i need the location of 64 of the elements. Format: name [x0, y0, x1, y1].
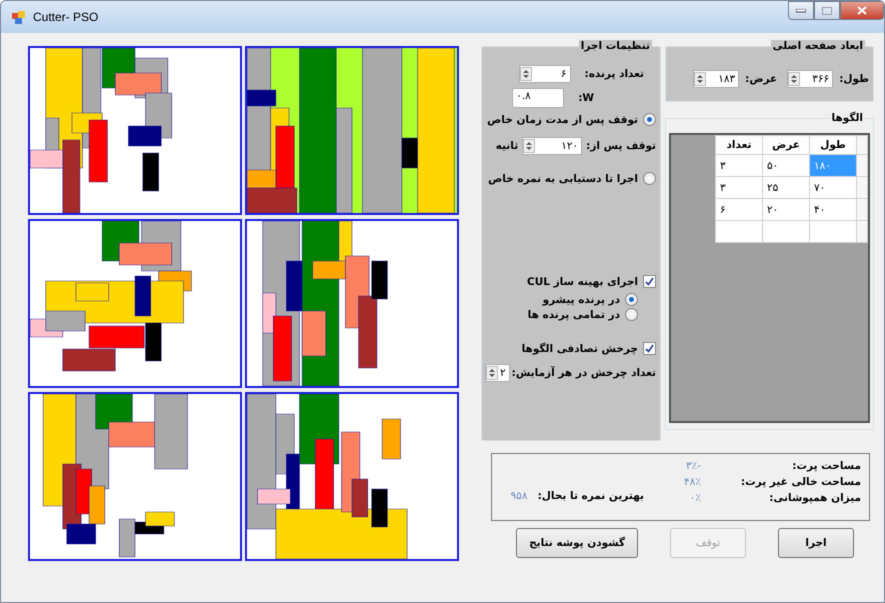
field-label: طول:	[839, 73, 869, 85]
action-button[interactable]: گشودن پوشه نتایج	[516, 528, 638, 558]
radio-option[interactable]: اجرا تا دستیابی به نمره خاص	[486, 172, 656, 185]
stat-label: مساحت خالی غیر پرت:	[740, 476, 861, 488]
spin-arrows-icon[interactable]	[486, 366, 498, 380]
field-label: عرض:	[745, 73, 778, 85]
table-cell[interactable]: ۲۵	[762, 176, 810, 198]
column-header[interactable]: تعداد	[716, 136, 762, 154]
radio-button[interactable]	[643, 113, 656, 126]
group-title: تنظیمات اجرا	[578, 40, 652, 52]
unit-label: ثانیه	[496, 140, 518, 152]
checkbox[interactable]	[643, 275, 656, 288]
close-button[interactable]	[840, 1, 884, 20]
number-field[interactable]: ۲	[484, 364, 510, 382]
table-cell[interactable]: ۵۰	[762, 154, 810, 176]
radio-button[interactable]	[625, 308, 638, 321]
number-field[interactable]: ۱۲۰	[522, 137, 582, 155]
window-title: Cutter- PSO	[33, 10, 100, 24]
input-field[interactable]: ۰.۸	[512, 88, 564, 108]
table-cell[interactable]: ۳	[716, 154, 762, 176]
group-title: الگوها	[830, 112, 865, 124]
stat-label: بهترین نمره تا بحال:	[538, 490, 644, 502]
table-cell[interactable]: ۷۰	[810, 176, 856, 198]
table-cell[interactable]: ۲۰	[762, 198, 810, 220]
field-label: تعداد پرنده:	[584, 68, 644, 80]
close-icon	[857, 6, 867, 15]
field-label: توقف پس از:	[586, 140, 656, 152]
checkbox-option[interactable]: چرخش تصادفی الگوها	[486, 342, 656, 355]
spin-arrows-icon[interactable]	[523, 139, 536, 153]
spin-arrows-icon[interactable]	[694, 72, 706, 86]
radio-option[interactable]: توقف پس از مدت زمان خاص	[486, 113, 656, 126]
row-header	[856, 154, 868, 176]
spin-arrows-icon[interactable]	[788, 72, 800, 86]
minimize-button[interactable]	[788, 1, 814, 20]
stat-value: ۹۵۸	[510, 490, 528, 502]
stat-value: ۰٪	[688, 492, 701, 504]
field-label: W:	[578, 92, 594, 104]
column-header[interactable]: طول	[810, 136, 856, 154]
radio-option[interactable]: در پرنده پیشرو	[486, 293, 638, 306]
stat-value: ۳٪-	[684, 460, 701, 472]
group-title: ابعاد صفحه اصلی	[770, 40, 865, 52]
radio-button[interactable]	[643, 172, 656, 185]
radio-button[interactable]	[625, 293, 638, 306]
radio-option[interactable]: در تمامی پرنده ها	[486, 308, 638, 321]
number-field[interactable]: ۱۸۳	[693, 70, 740, 88]
action-button[interactable]: اجرا	[778, 528, 854, 558]
row-header	[856, 136, 868, 154]
table-cell[interactable]: ۳	[716, 176, 762, 198]
stat-label: میزان همپوشانی:	[768, 492, 861, 504]
app-icon	[11, 9, 27, 25]
minimize-icon	[796, 8, 806, 12]
spin-arrows-icon[interactable]	[520, 67, 532, 81]
stat-value: ۴۸٪	[684, 476, 701, 488]
table-cell[interactable]: ۶	[716, 198, 762, 220]
number-field[interactable]: ۳۶۶	[787, 70, 834, 88]
stat-label: مساحت پرت:	[791, 460, 861, 472]
checkbox[interactable]	[643, 342, 656, 355]
number-field[interactable]: ۶	[518, 65, 571, 83]
column-header[interactable]: عرض	[762, 136, 810, 154]
checkbox-option[interactable]: اجرای بهینه ساز CUL	[486, 275, 656, 288]
table-cell[interactable]: ۴۰	[810, 198, 856, 220]
maximize-icon	[822, 6, 832, 14]
maximize-button[interactable]	[814, 1, 840, 20]
field-label: تعداد چرخش در هر آزمایش:	[512, 367, 656, 379]
